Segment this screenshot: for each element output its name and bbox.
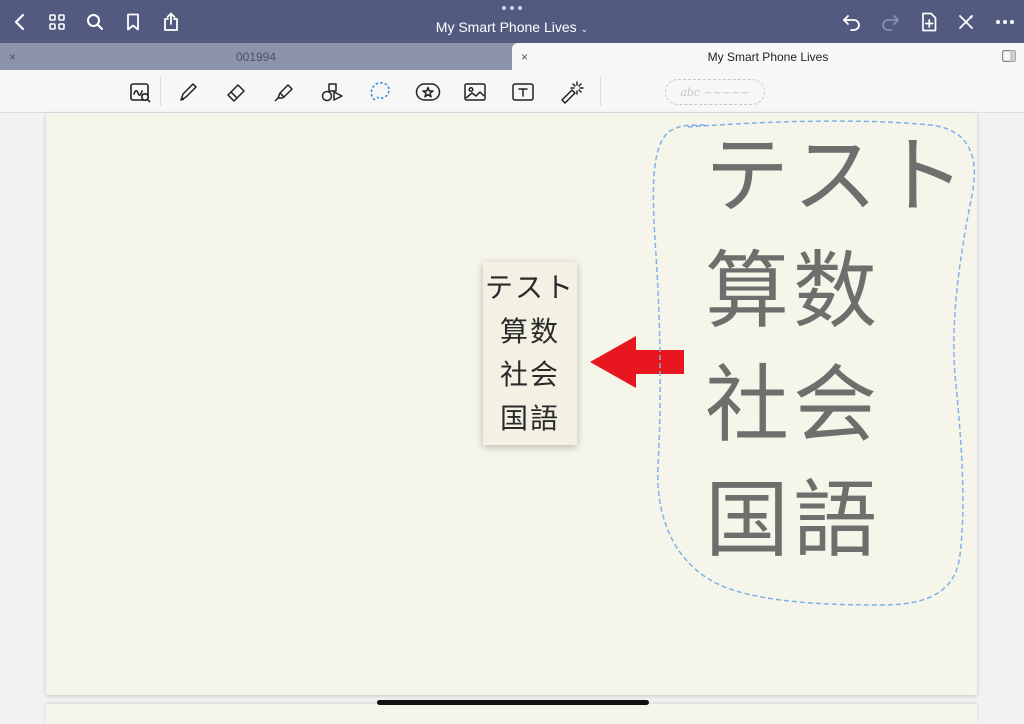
- close-x-icon[interactable]: [954, 10, 978, 34]
- handwriting-line-math: 算数: [705, 241, 882, 340]
- lasso-icon[interactable]: [366, 78, 394, 106]
- add-page-icon[interactable]: [917, 10, 941, 34]
- tab-my-smart-phone-lives[interactable]: × My Smart Phone Lives: [512, 43, 1024, 70]
- zoom-window-icon[interactable]: [126, 78, 154, 106]
- text-box-icon[interactable]: [509, 78, 537, 106]
- sticker-icon[interactable]: [414, 78, 442, 106]
- tab-label: 001994: [235, 49, 277, 64]
- laser-pointer-icon[interactable]: [557, 78, 585, 106]
- toolbar-divider: [160, 76, 161, 106]
- split-view-icon[interactable]: [1002, 50, 1017, 65]
- tab-001994[interactable]: × 001994: [0, 43, 512, 70]
- handwriting-line-japanese: 国語: [705, 470, 882, 569]
- document-title-text: My Smart Phone Lives: [435, 19, 577, 35]
- more-icon[interactable]: [993, 10, 1017, 34]
- highlighter-icon[interactable]: [270, 78, 298, 106]
- tool-bar: [0, 70, 1024, 113]
- tab-label: My Smart Phone Lives: [707, 49, 829, 64]
- shapes-icon[interactable]: [318, 78, 346, 106]
- document-title[interactable]: My Smart Phone Lives ⌄: [0, 19, 1024, 35]
- thumbnail-line-society: 社会: [499, 358, 560, 392]
- undo-icon[interactable]: [840, 10, 864, 34]
- tab-close-icon[interactable]: ×: [9, 50, 16, 64]
- redo-icon[interactable]: [878, 10, 902, 34]
- eraser-icon[interactable]: [222, 78, 250, 106]
- image-icon[interactable]: [461, 78, 489, 106]
- home-indicator[interactable]: [377, 700, 649, 705]
- handwriting-recognition-pill[interactable]: abc ~~~~~: [665, 79, 765, 105]
- handwritten-text-block[interactable]: テスト 算数 社会 国語: [705, 127, 970, 569]
- handwriting-thumbnail[interactable]: テスト 算数 社会 国語: [483, 262, 577, 445]
- next-notebook-page[interactable]: [46, 704, 977, 724]
- top-navigation-bar: My Smart Phone Lives ⌄: [0, 0, 1024, 43]
- document-tab-bar: × 001994 × My Smart Phone Lives: [0, 43, 1024, 70]
- chevron-down-icon: ⌄: [580, 24, 589, 34]
- pen-icon[interactable]: [174, 78, 202, 106]
- thumbnail-line-math: 算数: [499, 314, 560, 348]
- handwriting-line-test: テスト: [705, 127, 970, 225]
- toolbar-divider: [600, 76, 601, 106]
- tab-close-icon[interactable]: ×: [521, 50, 528, 64]
- thumbnail-line-test: テスト: [484, 270, 575, 304]
- window-grip[interactable]: [502, 6, 522, 12]
- thumbnail-line-japanese: 国語: [499, 402, 560, 436]
- handwriting-line-society: 社会: [705, 356, 882, 455]
